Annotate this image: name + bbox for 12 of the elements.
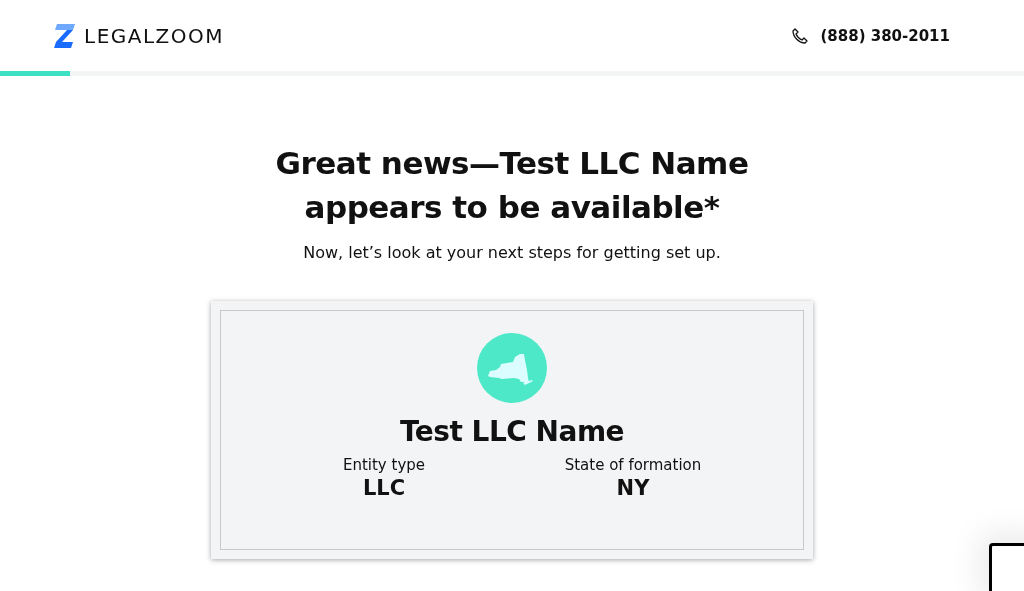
phone-icon	[792, 27, 809, 44]
state-map-icon	[477, 333, 547, 403]
company-name: Test LLC Name	[399, 415, 625, 448]
phone-number[interactable]: (888) 380-2011	[820, 26, 950, 45]
logo-text[interactable]: LEGALZOOM	[84, 23, 225, 48]
subtitle: Now, let’s look at your next steps for getting set up.	[303, 243, 721, 262]
headline: Great news—Test LLC Name appears to be available*	[274, 144, 750, 227]
logo-icon	[54, 23, 76, 48]
detail-value: NY	[616, 476, 650, 500]
detail-value: LLC	[362, 476, 406, 500]
detail-label: Entity type	[342, 456, 426, 474]
detail-label: State of formation	[564, 456, 702, 474]
